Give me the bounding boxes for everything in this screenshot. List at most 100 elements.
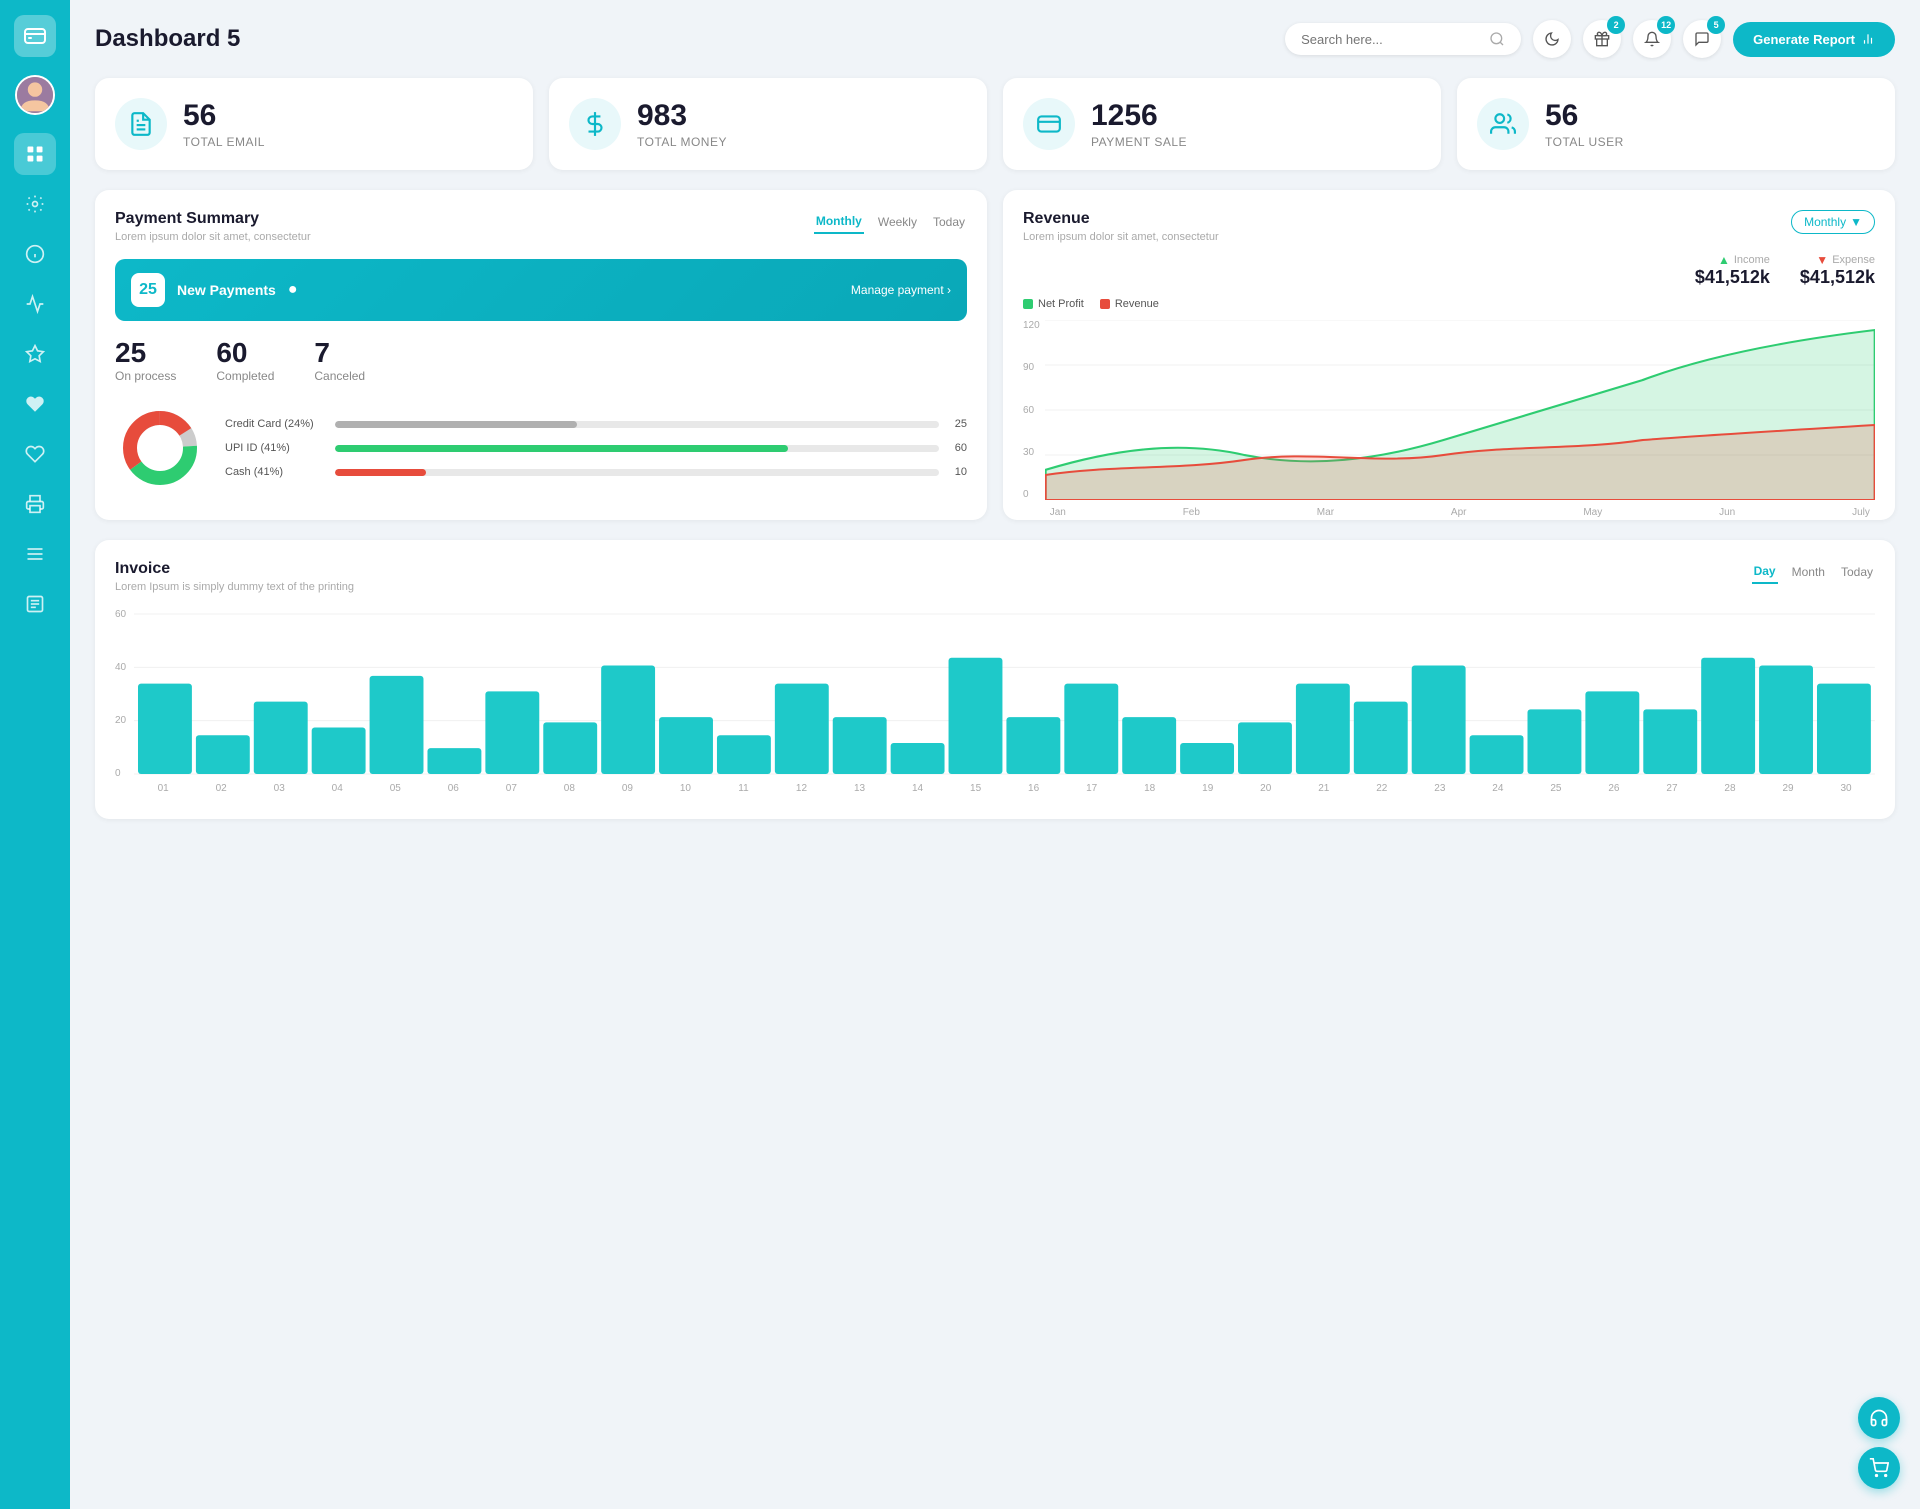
revenue-chart-container: 120 90 60 30 0	[1023, 320, 1875, 500]
expense-item: ▼ Expense $41,512k	[1800, 253, 1875, 288]
stat-card-user: 56 TOTAL USER	[1457, 78, 1895, 170]
cart-icon	[1869, 1458, 1889, 1478]
invoice-x-label: 30	[1817, 783, 1875, 794]
stat-number-email: 56	[183, 99, 265, 133]
moon-btn[interactable]	[1533, 20, 1571, 58]
invoice-header: Invoice Lorem Ipsum is simply dummy text…	[115, 560, 1875, 593]
stat-number-user: 56	[1545, 99, 1624, 133]
income-value: $41,512k	[1695, 267, 1770, 288]
bell-badge: 12	[1657, 16, 1675, 34]
sidebar-item-heart-filled[interactable]	[14, 383, 56, 425]
avatar[interactable]	[15, 75, 55, 115]
invoice-y-0: 0	[115, 768, 126, 779]
invoice-title: Invoice	[115, 560, 354, 578]
sidebar-item-menu[interactable]	[14, 533, 56, 575]
revenue-subtitle: Lorem ipsum dolor sit amet, consectetur	[1023, 231, 1219, 243]
sidebar-item-analytics[interactable]	[14, 283, 56, 325]
sidebar-item-dashboard[interactable]	[14, 133, 56, 175]
invoice-x-label: 06	[424, 783, 482, 794]
invoice-x-label: 27	[1643, 783, 1701, 794]
legend-net-profit: Net Profit	[1023, 298, 1084, 310]
stat-completed: 60 Completed	[216, 337, 274, 383]
invoice-x-label: 12	[772, 783, 830, 794]
tab-month-invoice[interactable]: Month	[1790, 561, 1827, 583]
stat-card-payment: 1256 PAYMENT SALE	[1003, 78, 1441, 170]
tab-today-invoice[interactable]: Today	[1839, 561, 1875, 583]
bell-btn[interactable]: 12	[1633, 20, 1671, 58]
credit-card-bar-bg	[335, 421, 939, 428]
stat-info-money: 983 TOTAL MONEY	[637, 99, 727, 149]
payment-summary-tabs: Monthly Weekly Today	[814, 210, 967, 234]
x-label-july: July	[1852, 507, 1870, 518]
invoice-title-group: Invoice Lorem Ipsum is simply dummy text…	[115, 560, 354, 593]
stat-icon-payment	[1023, 98, 1075, 150]
sidebar-item-info[interactable]	[14, 233, 56, 275]
manage-payment-link[interactable]: Manage payment ›	[851, 283, 951, 297]
cart-float-btn[interactable]	[1858, 1447, 1900, 1489]
invoice-x-label: 08	[540, 783, 598, 794]
x-label-may: May	[1583, 507, 1602, 518]
invoice-x-label: 04	[308, 783, 366, 794]
search-input[interactable]	[1301, 32, 1481, 47]
stat-label-user: TOTAL USER	[1545, 135, 1624, 149]
tab-today-payment[interactable]: Today	[931, 211, 967, 233]
invoice-x-label: 05	[366, 783, 424, 794]
invoice-x-label: 09	[598, 783, 656, 794]
stat-label-email: TOTAL EMAIL	[183, 135, 265, 149]
invoice-x-label: 22	[1353, 783, 1411, 794]
stats-grid: 56 TOTAL EMAIL 983 TOTAL MONEY	[95, 78, 1895, 170]
sidebar-item-favorites[interactable]	[14, 333, 56, 375]
sidebar-logo[interactable]	[14, 15, 56, 57]
search-box	[1285, 23, 1521, 55]
net-profit-dot	[1023, 299, 1033, 309]
stat-info-payment: 1256 PAYMENT SALE	[1091, 99, 1187, 149]
invoice-tabs: Day Month Today	[1752, 560, 1875, 584]
invoice-y-40: 40	[115, 662, 126, 673]
invoice-bar-chart: 0102030405060708091011121314151617181920…	[134, 609, 1875, 799]
payment-summary-subtitle: Lorem ipsum dolor sit amet, consectetur	[115, 231, 311, 243]
generate-report-button[interactable]: Generate Report	[1733, 22, 1895, 57]
chevron-down-icon: ▼	[1850, 215, 1862, 229]
revenue-period-label: Monthly	[1804, 215, 1846, 229]
tab-day-invoice[interactable]: Day	[1752, 560, 1778, 584]
sidebar-item-heart-outline[interactable]	[14, 433, 56, 475]
x-label-jun: Jun	[1719, 507, 1735, 518]
stat-card-money: 983 TOTAL MONEY	[549, 78, 987, 170]
invoice-chart-container: 60 40 20 0 01020304050607080910111213141…	[115, 609, 1875, 799]
tab-monthly-payment[interactable]: Monthly	[814, 210, 864, 234]
bar-chart-icon	[1861, 32, 1875, 46]
new-payments-dot: ●	[288, 281, 298, 299]
on-process-number: 25	[115, 337, 176, 369]
stat-icon-email	[115, 98, 167, 150]
upi-value: 60	[949, 442, 967, 454]
revenue-legend: Net Profit Revenue	[1023, 298, 1875, 310]
invoice-x-label: 16	[1005, 783, 1063, 794]
stat-label-money: TOTAL MONEY	[637, 135, 727, 149]
on-process-label: On process	[115, 369, 176, 383]
header-actions: 2 12 5 Generate Report	[1285, 20, 1895, 58]
expense-label: Expense	[1832, 254, 1875, 266]
invoice-x-label: 01	[134, 783, 192, 794]
progress-bars: Credit Card (24%) 25 UPI ID (41%) 60	[225, 418, 967, 478]
sidebar-item-list[interactable]	[14, 583, 56, 625]
headset-float-btn[interactable]	[1858, 1397, 1900, 1439]
revenue-card: Revenue Lorem ipsum dolor sit amet, cons…	[1003, 190, 1895, 520]
sidebar-item-print[interactable]	[14, 483, 56, 525]
credit-card-bar-fill	[335, 421, 577, 428]
cash-bar-fill	[335, 469, 426, 476]
revenue-period-select[interactable]: Monthly ▼	[1791, 210, 1875, 234]
revenue-title: Revenue	[1023, 210, 1219, 228]
x-label-jan: Jan	[1050, 507, 1066, 518]
gift-btn[interactable]: 2	[1583, 20, 1621, 58]
chat-btn[interactable]: 5	[1683, 20, 1721, 58]
new-payments-count: 25	[131, 273, 165, 307]
main-content: Dashboard 5	[70, 0, 1920, 1509]
progress-row-upi: UPI ID (41%) 60	[225, 442, 967, 454]
cash-value: 10	[949, 466, 967, 478]
gift-icon	[1594, 31, 1610, 47]
sidebar-item-settings[interactable]	[14, 183, 56, 225]
income-item: ▲ Income $41,512k	[1695, 253, 1770, 288]
tab-weekly-payment[interactable]: Weekly	[876, 211, 919, 233]
progress-row-credit: Credit Card (24%) 25	[225, 418, 967, 430]
invoice-card: Invoice Lorem Ipsum is simply dummy text…	[95, 540, 1895, 819]
